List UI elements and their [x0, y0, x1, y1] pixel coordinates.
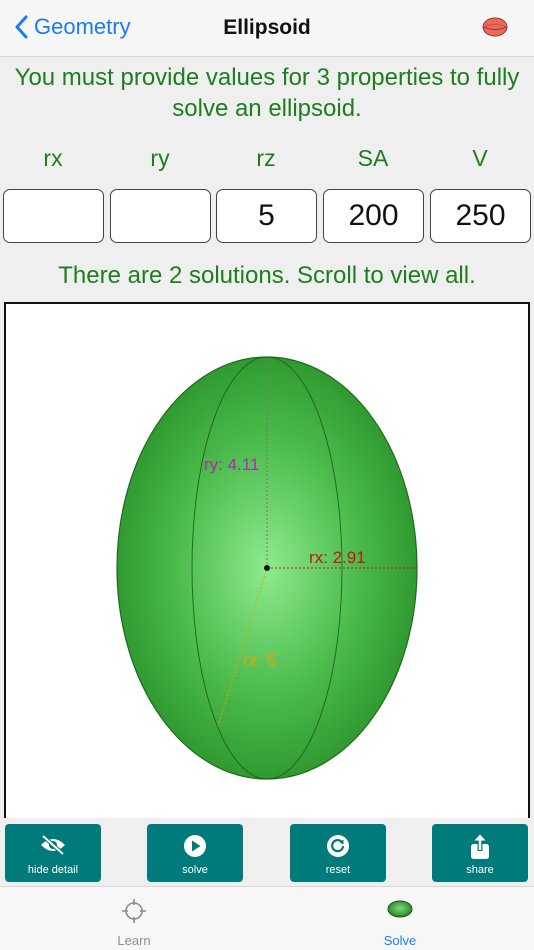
v-input[interactable]: [430, 189, 531, 243]
reset-label: reset: [325, 864, 351, 876]
rx-value-label: rx: 2.91: [309, 548, 366, 567]
rx-label: rx: [43, 145, 63, 171]
action-toolbar: hide detail solve reset share: [0, 818, 534, 886]
eye-slash-icon: [41, 834, 65, 856]
ellipsoid-diagram[interactable]: ry: 4.11 rx: 2.91 rz: 5: [4, 302, 530, 822]
v-label: V: [472, 145, 488, 171]
play-icon: [184, 835, 206, 857]
ellipsoid-drawing: ry: 4.11 rx: 2.91 rz: 5: [116, 356, 418, 780]
property-labels: rx ry rz SA V: [0, 145, 534, 175]
solve-label: solve: [182, 864, 208, 876]
instructions-text: You must provide values for 3 properties…: [14, 64, 520, 122]
tab-solve[interactable]: Solve: [340, 887, 460, 950]
navigation-bar: Geometry Ellipsoid: [0, 0, 534, 57]
ry-label: ry: [150, 145, 170, 171]
ry-value-label: ry: 4.11: [204, 455, 259, 474]
rz-input[interactable]: [216, 189, 317, 243]
solve-button[interactable]: solve: [147, 824, 243, 882]
reset-button[interactable]: reset: [290, 824, 386, 882]
reset-icon: [327, 835, 349, 857]
back-label: Geometry: [34, 14, 131, 39]
tab-bar: Learn Solve: [0, 886, 534, 950]
sa-label: SA: [357, 145, 389, 171]
sa-input[interactable]: [323, 189, 424, 243]
tab-learn-label: Learn: [117, 933, 151, 948]
share-label: share: [466, 864, 494, 876]
back-button[interactable]: Geometry: [14, 14, 131, 40]
hide-detail-label: hide detail: [27, 864, 79, 876]
tab-solve-label: Solve: [383, 933, 417, 948]
center-point: [264, 565, 270, 571]
rz-value-label: rz: 5: [243, 651, 276, 670]
rz-label: rz: [256, 145, 276, 171]
crosshair-icon: [122, 899, 146, 923]
chevron-left-icon: [15, 15, 28, 39]
ry-input[interactable]: [110, 189, 211, 243]
solutions-status: There are 2 solutions. Scroll to view al…: [58, 262, 476, 289]
rx-input[interactable]: [3, 189, 104, 243]
ellipsoid-shape-icon[interactable]: [482, 17, 508, 37]
green-ellipsoid-icon: [387, 900, 413, 918]
hide-detail-button[interactable]: hide detail: [5, 824, 101, 882]
share-button[interactable]: share: [432, 824, 528, 882]
share-icon: [471, 834, 489, 859]
tab-learn[interactable]: Learn: [74, 887, 194, 950]
